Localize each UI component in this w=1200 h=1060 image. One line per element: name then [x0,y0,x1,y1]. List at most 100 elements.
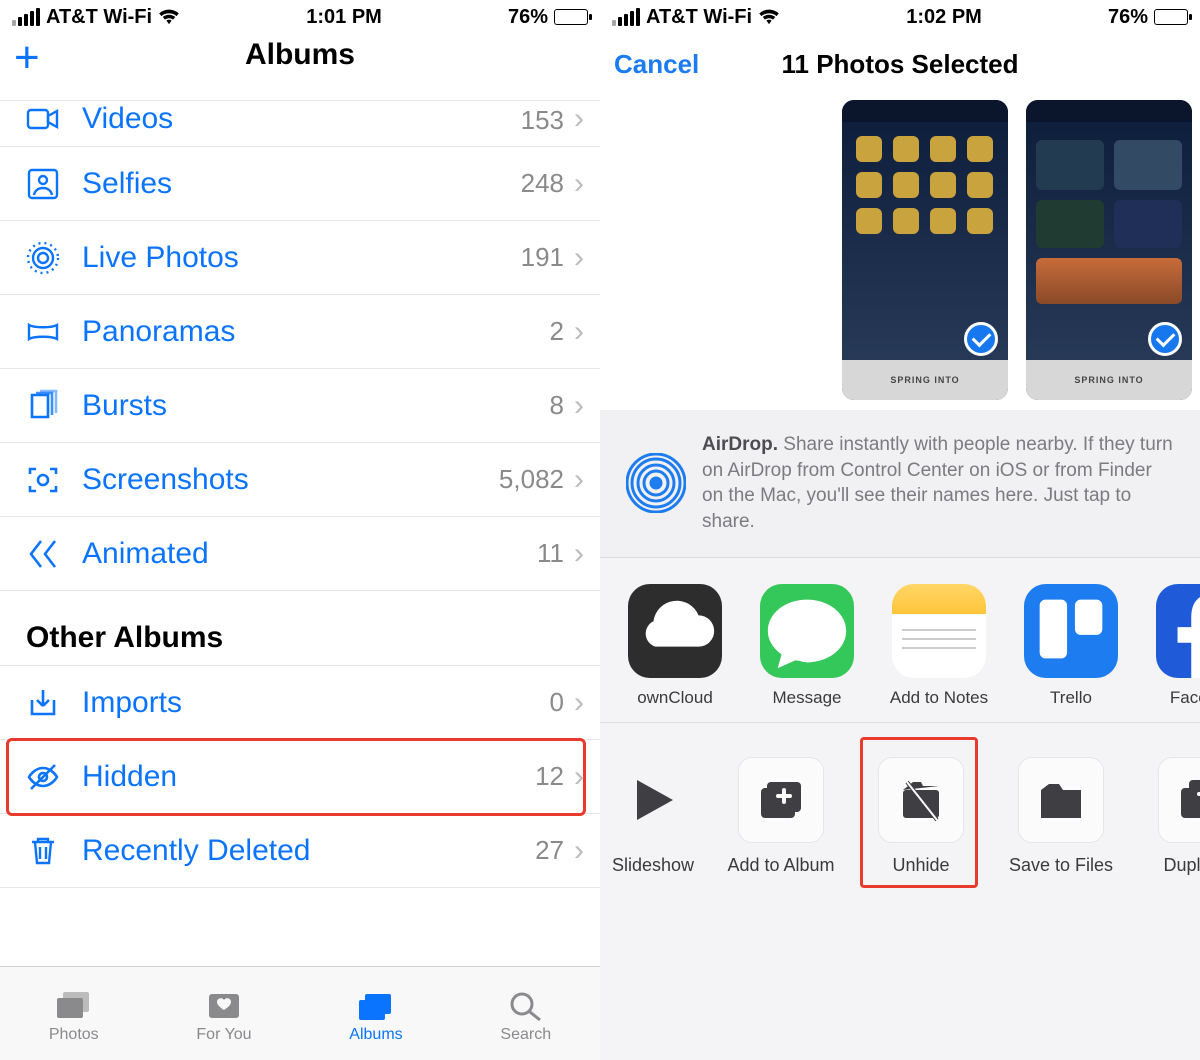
album-count: 191 [521,242,564,273]
album-row-bursts[interactable]: Bursts8› [0,369,600,443]
tab-bar: Photos For You Albums Search [0,966,600,1060]
nav-bar: + Albums [0,34,600,100]
chevron-right-icon: › [564,167,584,201]
share-action-duplicate[interactable]: Duplicate [1146,757,1200,876]
album-count: 2 [550,316,564,347]
tab-search[interactable]: Search [500,990,551,1044]
album-row-selfies[interactable]: Selfies248› [0,147,600,221]
share-app-owncloud[interactable]: ownCloud [622,584,728,708]
album-row-hidden[interactable]: Hidden12› [0,740,600,814]
addalbum-icon [738,757,824,843]
play-icon [610,757,696,843]
photo-thumbnail[interactable]: SPRING INTO [842,100,1008,400]
chevron-right-icon: › [564,834,584,868]
phone-share: AT&T Wi-Fi 1:02 PM 76% Cancel 11 Photos … [600,0,1200,1060]
album-name: Panoramas [64,315,550,349]
tab-for-you[interactable]: For You [196,990,251,1044]
fb-icon [1156,584,1200,678]
unhide-icon [878,757,964,843]
page-title: Albums [0,38,600,72]
share-action-slideshow[interactable]: Slideshow [610,757,696,876]
album-row-live-photos[interactable]: Live Photos191› [0,221,600,295]
trello-icon [1024,584,1118,678]
battery-icon [554,9,588,25]
share-app-rail[interactable]: ownCloud Message Add to Notes Trello Faceboo [600,558,1200,723]
album-row-imports[interactable]: Imports0› [0,666,600,740]
album-name: Animated [64,537,537,571]
share-app-faceboo[interactable]: Faceboo [1150,584,1200,708]
tab-albums[interactable]: Albums [349,990,402,1044]
album-row-videos[interactable]: Videos153› [0,100,600,147]
chevron-right-icon: › [564,537,584,571]
app-label: Message [773,688,842,708]
album-row-recently-deleted[interactable]: Recently Deleted27› [0,814,600,888]
share-app-add-to-notes[interactable]: Add to Notes [886,584,992,708]
carrier-label: AT&T Wi-Fi [46,6,152,29]
album-name: Imports [64,686,550,720]
nav-bar: Cancel 11 Photos Selected [600,34,1200,90]
album-count: 8 [550,390,564,421]
selected-thumbnails[interactable]: SPRING INTO SPRING INTO [600,90,1200,410]
album-count: 0 [550,687,564,718]
notes-icon [892,584,986,678]
carrier-label: AT&T Wi-Fi [646,6,752,29]
tab-label: Search [500,1026,551,1044]
photo-thumbnail[interactable]: SPRING INTO [1026,100,1192,400]
chevron-right-icon: › [564,686,584,720]
action-label: Add to Album [727,855,834,876]
wifi-icon [158,9,180,25]
album-row-animated[interactable]: Animated11› [0,517,600,591]
wifi-icon [758,9,780,25]
selected-check-icon [964,322,998,356]
tab-photos[interactable]: Photos [49,990,99,1044]
airdrop-text: AirDrop. Share instantly with people nea… [702,432,1174,535]
clock-label: 1:01 PM [306,6,382,29]
album-count: 5,082 [499,464,564,495]
signal-icon [12,8,40,26]
battery-label: 76% [1108,6,1148,29]
selection-title: 11 Photos Selected [600,49,1200,80]
album-count: 12 [535,761,564,792]
clock-label: 1:02 PM [906,6,982,29]
share-action-save-to-files[interactable]: Save to Files [1006,757,1116,876]
share-app-message[interactable]: Message [754,584,860,708]
animated-icon [22,537,64,571]
album-count: 248 [521,168,564,199]
app-label: Faceboo [1170,688,1200,708]
livephoto-icon [22,241,64,275]
panorama-icon [22,315,64,349]
album-name: Selfies [64,167,521,201]
battery-icon [1154,9,1188,25]
album-count: 11 [537,538,564,569]
section-header: Other Albums [0,621,600,665]
action-label: Slideshow [612,855,694,876]
signal-icon [612,8,640,26]
album-row-screenshots[interactable]: Screenshots5,082› [0,443,600,517]
screenshot-icon [22,463,64,497]
app-label: Add to Notes [890,688,988,708]
selected-check-icon [1148,322,1182,356]
album-row-panoramas[interactable]: Panoramas2› [0,295,600,369]
share-app-trello[interactable]: Trello [1018,584,1124,708]
share-action-add-to-album[interactable]: Add to Album [726,757,836,876]
chevron-right-icon: › [564,463,584,497]
action-label: Unhide [892,855,949,876]
album-list[interactable]: Videos153›Selfies248›Live Photos191›Pano… [0,100,600,966]
tab-label: For You [196,1026,251,1044]
chevron-right-icon: › [564,315,584,349]
folder-icon [1018,757,1104,843]
share-action-rail[interactable]: Slideshow Add to Album Unhide Save to Files… [600,723,1200,890]
chevron-right-icon: › [564,241,584,275]
battery-label: 76% [508,6,548,29]
album-name: Recently Deleted [64,834,535,868]
cloud-icon [628,584,722,678]
share-action-unhide[interactable]: Unhide [866,757,976,876]
tab-label: Photos [49,1026,99,1044]
bubble-icon [760,584,854,678]
video-icon [22,102,64,136]
chevron-right-icon: › [564,760,584,794]
airdrop-section[interactable]: AirDrop. Share instantly with people nea… [600,410,1200,558]
album-name: Videos [64,102,521,136]
album-name: Hidden [64,760,535,794]
status-bar: AT&T Wi-Fi 1:01 PM 76% [0,0,600,34]
